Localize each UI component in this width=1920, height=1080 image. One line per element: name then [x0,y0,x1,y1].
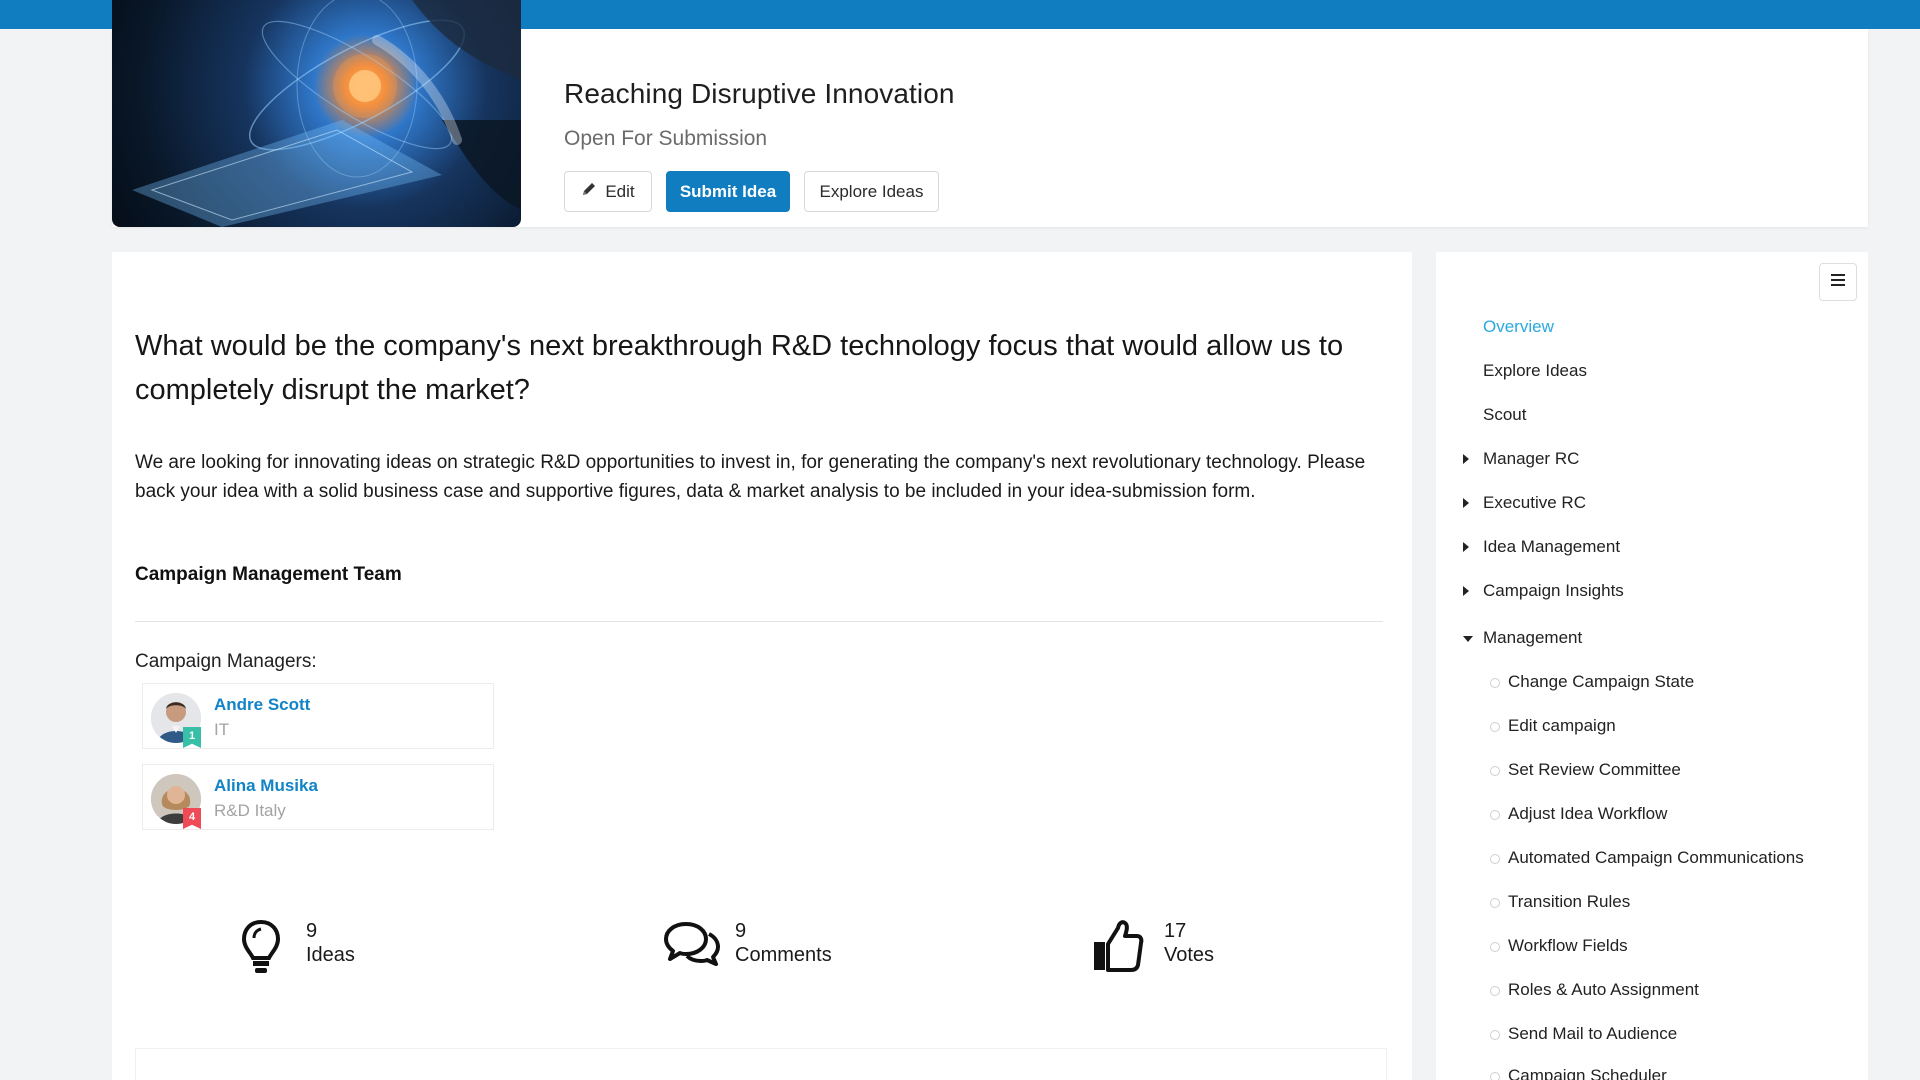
sidebar-subitem-change-campaign-state[interactable]: Change Campaign State [1508,672,1694,692]
bullet-icon [1490,1072,1500,1080]
sidebar-item-overview[interactable]: Overview [1483,317,1554,337]
submit-idea-button[interactable]: Submit Idea [666,171,790,212]
sidebar-item-idea-management[interactable]: Idea Management [1483,537,1620,557]
campaign-banner-image [112,0,521,227]
sidebar-item-manager-rc[interactable]: Manager RC [1483,449,1579,469]
ideas-label: Ideas [306,944,355,966]
sidebar-item-campaign-insights[interactable]: Campaign Insights [1483,581,1624,601]
votes-label: Votes [1164,944,1215,966]
bullet-icon [1490,942,1500,952]
sidebar-subitem-roles-auto-assignment[interactable]: Roles & Auto Assignment [1508,980,1699,1000]
edit-button-label: Edit [605,181,635,201]
caret-down-icon[interactable] [1463,636,1473,642]
sidebar-item-management[interactable]: Management [1483,628,1582,648]
comments-label: Comments [735,944,832,966]
sidebar-subitem-automated-campaign-communications[interactable]: Automated Campaign Communications [1508,848,1804,868]
manager-department: IT [214,720,230,739]
sidebar-item-scout[interactable]: Scout [1483,405,1526,425]
manager-rank-badge: 4 [183,808,201,829]
campaign-question: What would be the company's next breakth… [135,330,1344,406]
manager-department: R&D Italy [214,801,286,820]
sidebar-subitem-set-review-committee[interactable]: Set Review Committee [1508,760,1681,780]
divider [135,621,1383,622]
bullet-icon [1490,986,1500,996]
comments-icon [662,918,722,973]
bullet-icon [1490,1030,1500,1040]
bullet-icon [1490,810,1500,820]
campaign-description: We are looking for innovating ideas on s… [135,452,1366,502]
sidebar-subitem-send-mail-to-audience[interactable]: Send Mail to Audience [1508,1024,1677,1044]
sidebar-subitem-campaign-scheduler[interactable]: Campaign Scheduler [1508,1066,1667,1080]
manager-card[interactable]: 4 Alina Musika R&D Italy [142,764,494,830]
sidebar-subitem-transition-rules[interactable]: Transition Rules [1508,892,1630,912]
sidebar-item-explore-ideas[interactable]: Explore Ideas [1483,361,1587,381]
manager-name-link[interactable]: Andre Scott [214,695,310,715]
bottom-content-card [135,1048,1387,1080]
caret-right-icon[interactable] [1463,498,1469,508]
manager-name-link[interactable]: Alina Musika [214,776,318,796]
sidebar-subitem-edit-campaign[interactable]: Edit campaign [1508,716,1616,736]
caret-right-icon[interactable] [1463,454,1469,464]
ideas-count: 9 [306,920,318,942]
campaign-status: Open For Submission [564,127,768,150]
manager-rank-badge: 1 [183,727,201,748]
bullet-icon [1490,722,1500,732]
manager-card[interactable]: 1 Andre Scott IT [142,683,494,749]
caret-right-icon[interactable] [1463,542,1469,552]
bullet-icon [1490,678,1500,688]
bullet-icon [1490,766,1500,776]
managers-label: Campaign Managers: [135,651,317,672]
pencil-icon [581,181,597,202]
lightbulb-icon [240,918,282,981]
comments-count: 9 [735,920,747,942]
hamburger-menu-icon [1831,273,1845,291]
edit-button[interactable]: Edit [564,171,652,212]
explore-ideas-button[interactable]: Explore Ideas [804,171,939,212]
sidebar-subitem-adjust-idea-workflow[interactable]: Adjust Idea Workflow [1508,804,1667,824]
thumbs-up-icon [1092,918,1144,979]
votes-count: 17 [1164,920,1187,942]
caret-right-icon[interactable] [1463,586,1469,596]
bullet-icon [1490,898,1500,908]
campaign-title: Reaching Disruptive Innovation [564,78,955,109]
sidebar-subitem-workflow-fields[interactable]: Workflow Fields [1508,936,1628,956]
menu-toggle-button[interactable] [1819,263,1857,301]
team-heading: Campaign Management Team [135,564,402,585]
bullet-icon [1490,854,1500,864]
sidebar-item-executive-rc[interactable]: Executive RC [1483,493,1586,513]
